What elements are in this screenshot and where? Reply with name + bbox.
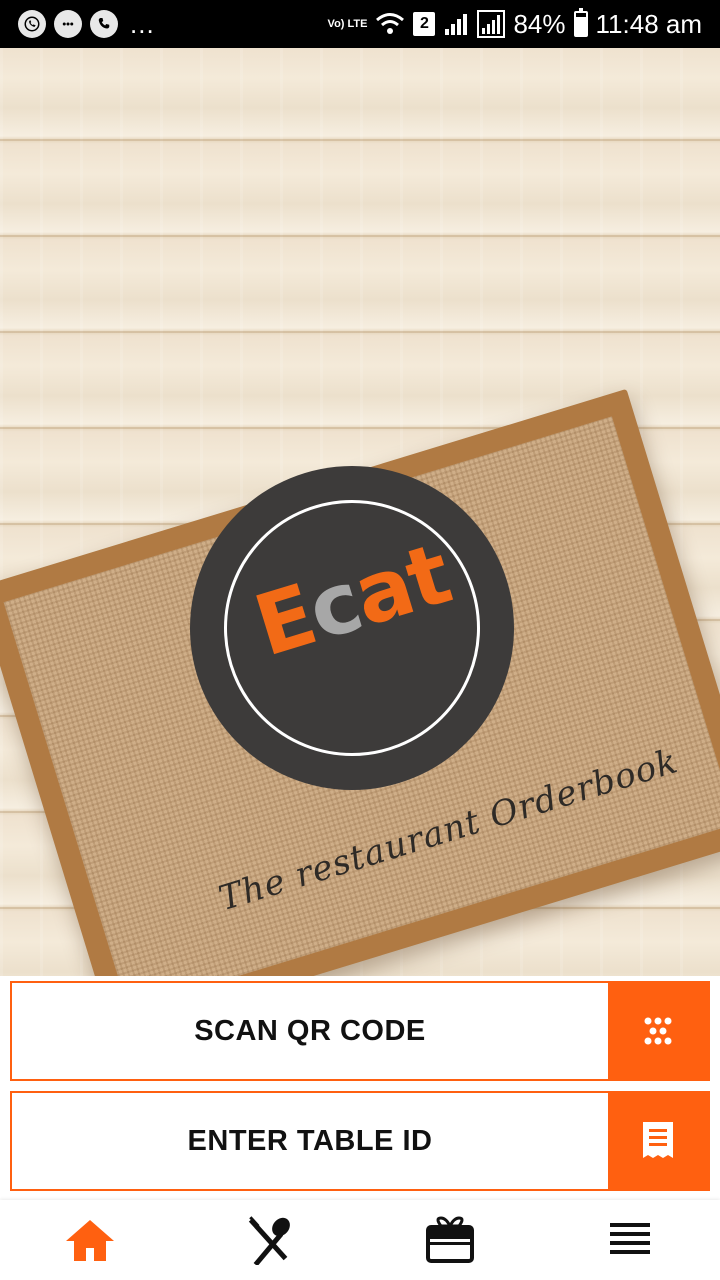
status-right: Vo) LTE 2 84% 11:48 am [327,8,702,40]
utensils-icon [248,1216,290,1265]
whatsapp-icon [18,10,46,38]
scan-qr-button[interactable]: SCAN QR CODE [10,981,710,1081]
sim-badge: 2 [413,12,436,36]
nav-offers[interactable] [390,1200,510,1280]
nav-menu-food[interactable] [210,1200,330,1280]
status-bar: ... Vo) LTE 2 84% 11:48 am [0,0,720,48]
status-left: ... [18,10,155,38]
battery-icon [573,8,588,37]
home-icon [66,1220,114,1261]
enter-table-id-label: ENTER TABLE ID [187,1124,433,1157]
menu-lines-icon [610,1223,650,1254]
notification-overflow: ... [130,9,155,39]
battery-fill [575,16,586,35]
wifi-icon [376,13,405,34]
volte-indicator: Vo) LTE [327,17,368,30]
battery-percent: 84% [513,8,566,39]
clock: 11:48 am [595,8,702,39]
qr-dots-icon [608,983,708,1079]
gift-box-icon [426,1216,474,1263]
phone-icon [90,10,118,38]
chat-bubble-icon [54,10,82,38]
signal-icon-2 [477,10,506,38]
nav-more[interactable] [570,1200,690,1280]
ecat-logo: Ecat [190,466,514,790]
nav-home[interactable] [30,1200,150,1280]
receipt-icon [608,1093,708,1189]
hero-banner: The restaurant Orderbook Ecat [0,48,720,976]
bottom-navigation [0,1200,720,1280]
enter-table-id-button[interactable]: ENTER TABLE ID [10,1091,710,1191]
scan-qr-label: SCAN QR CODE [194,1014,426,1047]
signal-icon [445,14,468,35]
